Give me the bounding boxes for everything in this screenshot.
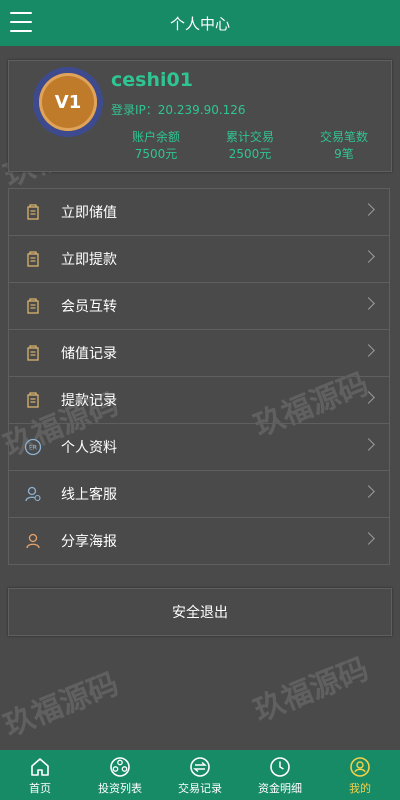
share-person-icon [23,531,43,551]
menu-item-profile[interactable]: ER 个人资料 [8,424,390,471]
stat-label: 账户余额 [131,130,180,144]
bottom-tab-bar: 首页 投资列表 交易记录 资金明细 我的 [0,750,400,800]
user-icon [350,757,370,777]
menu-item-share-poster[interactable]: 分享海报 [8,518,390,565]
profile-badge-icon: ER [23,437,43,457]
logout-button[interactable]: 安全退出 [8,588,392,636]
menu-item-withdraw-records[interactable]: 提款记录 [8,377,390,424]
chevron-right-icon [362,344,375,357]
receipt-icon [23,202,43,222]
username: ceshi01 [111,69,193,91]
tab-label: 我的 [349,782,371,795]
receipt-icon [23,249,43,269]
menu-item-label: 储值记录 [61,346,117,362]
menu-list: 立即储值 立即提款 会员互转 储值记录 提款记录 ER 个人资料 线上客服 分享… [8,188,390,565]
menu-item-label: 个人资料 [61,440,117,456]
level-badge-avatar: V1 [33,67,103,137]
tab-fund-details[interactable]: 资金明细 [240,750,320,800]
grid-icon [110,757,130,777]
tab-mine[interactable]: 我的 [320,750,400,800]
chevron-right-icon [362,485,375,498]
stat-value: 9笔 [334,147,354,161]
home-icon [31,758,49,776]
menu-item-label: 立即储值 [61,205,117,221]
menu-item-deposit[interactable]: 立即储值 [8,189,390,236]
menu-item-member-transfer[interactable]: 会员互转 [8,283,390,330]
menu-item-label: 提款记录 [61,393,117,409]
chevron-right-icon [362,250,375,263]
menu-item-label: 线上客服 [61,487,117,503]
page-title: 个人中心 [169,14,230,33]
clock-icon [270,757,290,777]
exchange-icon [190,757,210,777]
receipt-icon [23,296,43,316]
tab-label: 投资列表 [98,782,142,795]
menu-item-label: 会员互转 [61,299,117,315]
tab-investment-list[interactable]: 投资列表 [80,750,160,800]
account-stats: 账户余额 7500元 累计交易 2500元 交易笔数 9笔 [109,129,391,163]
app-header: 个人中心 [0,0,400,46]
profile-card: V1 ceshi01 登录IP：20.239.90.126 账户余额 7500元… [8,60,392,172]
chevron-right-icon [362,203,375,216]
tab-label: 首页 [29,782,51,795]
chevron-right-icon [362,297,375,310]
menu-item-deposit-records[interactable]: 储值记录 [8,330,390,377]
stat-value: 7500元 [134,147,178,161]
login-ip: 登录IP：20.239.90.126 [111,103,246,117]
chevron-right-icon [362,391,375,404]
menu-item-customer-service[interactable]: 线上客服 [8,471,390,518]
receipt-icon [23,390,43,410]
customer-service-icon [23,484,43,504]
stat-balance: 账户余额 7500元 [109,129,203,163]
menu-item-label: 立即提款 [61,252,117,268]
hamburger-menu-icon[interactable] [10,12,32,32]
chevron-right-icon [362,438,375,451]
stat-total-trade: 累计交易 2500元 [203,129,297,163]
menu-item-label: 分享海报 [61,534,117,550]
stat-label: 交易笔数 [319,130,368,144]
tab-label: 交易记录 [178,782,222,795]
chevron-right-icon [362,532,375,545]
tab-home[interactable]: 首页 [0,750,80,800]
stat-value: 2500元 [228,147,272,161]
svg-text:ER: ER [29,445,37,452]
menu-item-withdraw[interactable]: 立即提款 [8,236,390,283]
stat-label: 累计交易 [225,130,274,144]
tab-trade-records[interactable]: 交易记录 [160,750,240,800]
watermark: 玖福源码 [249,651,374,729]
tab-label: 资金明细 [258,782,302,795]
stat-trade-count: 交易笔数 9笔 [297,129,391,163]
level-badge-label: V1 [54,91,82,113]
watermark: 玖福源码 [0,666,124,744]
receipt-icon [23,343,43,363]
